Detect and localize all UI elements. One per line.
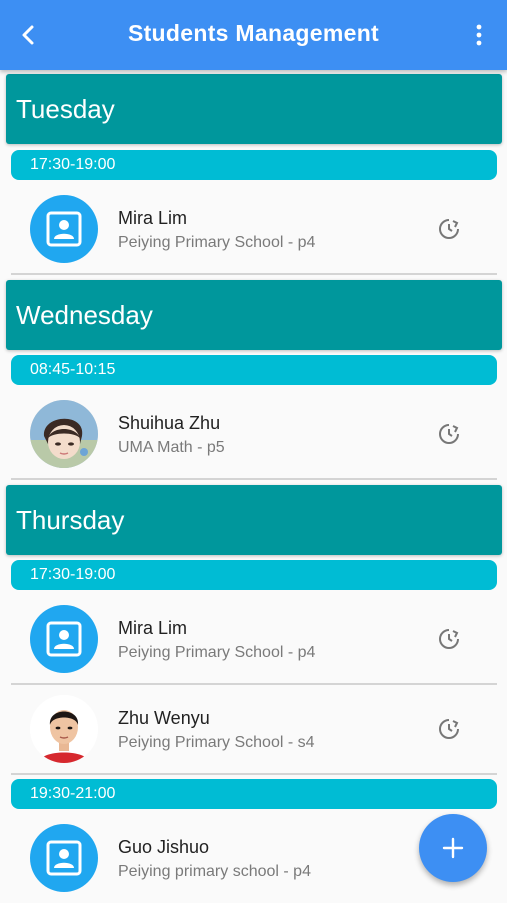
add-student-button[interactable] (419, 814, 487, 882)
student-row[interactable]: Mira Lim Peiying Primary School - p4 (0, 594, 507, 684)
divider (11, 478, 497, 480)
day-header-wednesday: Wednesday (6, 280, 502, 350)
restore-icon[interactable] (437, 422, 461, 446)
avatar (30, 695, 98, 763)
student-name: Mira Lim (118, 618, 188, 638)
student-row[interactable]: Mira Lim Peiying Primary School - p4 (0, 184, 507, 274)
contact-placeholder-icon (46, 840, 82, 876)
student-name: Shuihua Zhu (118, 413, 221, 433)
contact-placeholder-icon (46, 211, 82, 247)
avatar (30, 605, 98, 673)
time-slot: 08:45-10:15 (11, 355, 497, 385)
student-school: Peiying primary school - p4 (118, 863, 311, 880)
time-slot: 17:30-19:00 (11, 150, 497, 180)
avatar (30, 824, 98, 892)
app-bar: Students Management (0, 0, 507, 70)
student-school: UMA Math - p5 (118, 439, 225, 456)
student-name: Guo Jishuo (118, 837, 210, 857)
restore-icon[interactable] (437, 217, 461, 241)
more-menu-button[interactable] (467, 20, 491, 50)
add-icon (442, 837, 464, 859)
avatar (30, 195, 98, 263)
day-header-thursday: Thursday (6, 485, 502, 555)
student-school: Peiying Primary School - p4 (118, 644, 316, 661)
restore-icon[interactable] (437, 717, 461, 741)
student-name: Mira Lim (118, 208, 188, 228)
student-photo (30, 400, 98, 468)
student-school: Peiying Primary School - s4 (118, 734, 315, 751)
more-vertical-icon (476, 24, 482, 46)
time-slot: 17:30-19:00 (11, 560, 497, 590)
page-title: Students Management (127, 20, 380, 46)
student-row[interactable]: Zhu Wenyu Peiying Primary School - s4 (0, 684, 507, 774)
divider (11, 773, 497, 775)
restore-icon[interactable] (437, 627, 461, 651)
student-row[interactable]: Shuihua Zhu UMA Math - p5 (0, 389, 507, 479)
day-header-tuesday: Tuesday (6, 74, 502, 144)
divider (11, 273, 497, 275)
student-photo (30, 695, 98, 763)
time-slot: 19:30-21:00 (11, 779, 497, 809)
student-school: Peiying Primary School - p4 (118, 234, 316, 251)
avatar (30, 400, 98, 468)
student-name: Zhu Wenyu (118, 708, 210, 728)
contact-placeholder-icon (46, 621, 82, 657)
